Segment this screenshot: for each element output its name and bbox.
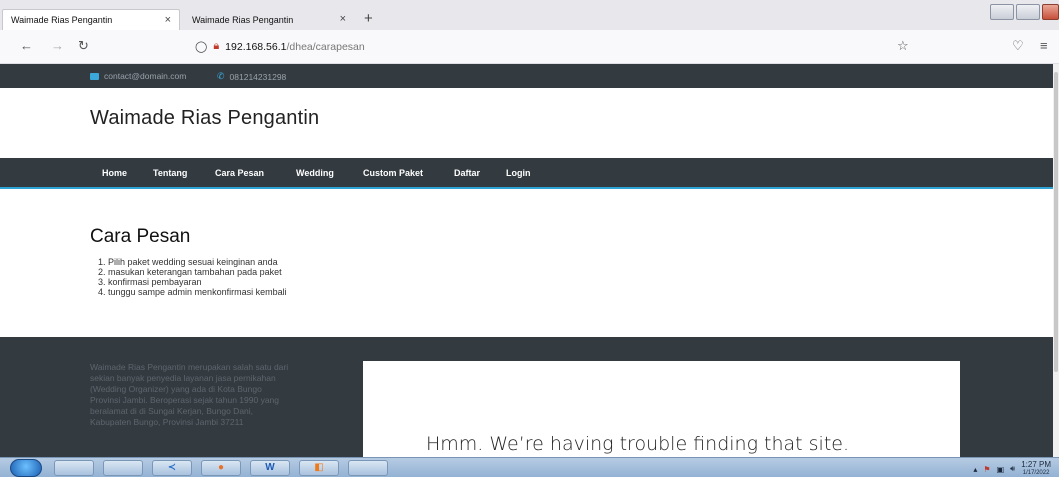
- site-brand[interactable]: Waimade Rias Pengantin: [90, 107, 319, 130]
- browser-tab-2[interactable]: Waimade Rias Pengantin ×: [184, 9, 354, 30]
- app-icon[interactable]: [103, 460, 143, 476]
- contact-email[interactable]: contact@domain.com: [90, 71, 186, 81]
- order-steps-list: Pilih paket wedding sesuai keinginan and…: [108, 257, 287, 297]
- url-host: 192.168.56.1: [225, 40, 287, 53]
- window-close-button[interactable]: [1042, 4, 1059, 20]
- back-icon[interactable]: ←: [20, 39, 33, 53]
- firefox-icon[interactable]: ●: [201, 460, 241, 476]
- pocket-icon[interactable]: ♡: [1012, 39, 1024, 53]
- web-page: contact@domain.com ✆ 081214231298 Waimad…: [0, 64, 1053, 457]
- close-icon[interactable]: ×: [165, 14, 171, 26]
- menu-item-custom-paket[interactable]: Custom Paket: [363, 168, 423, 178]
- close-icon[interactable]: ×: [340, 13, 346, 25]
- browser-tabstrip: Waimade Rias Pengantin × Waimade Rias Pe…: [0, 0, 1059, 30]
- url-path: /dhea/carapesan: [286, 40, 365, 53]
- menu-item-wedding[interactable]: Wedding: [296, 168, 334, 178]
- mail-icon: [90, 72, 99, 80]
- contact-phone[interactable]: ✆ 081214231298: [217, 71, 286, 82]
- browser-tab-1[interactable]: Waimade Rias Pengantin ×: [2, 9, 180, 30]
- menu-item-home[interactable]: Home: [102, 168, 127, 178]
- tab-title: Waimade Rias Pengantin: [192, 14, 294, 25]
- new-tab-icon[interactable]: +: [364, 11, 373, 26]
- tab-title: Waimade Rias Pengantin: [11, 15, 113, 25]
- menu-item-daftar[interactable]: Daftar: [454, 168, 480, 178]
- list-item: konfirmasi pembayaran: [108, 277, 287, 287]
- menu-item-tentang[interactable]: Tentang: [153, 168, 187, 178]
- vscode-icon[interactable]: ≺: [152, 460, 192, 476]
- minimize-button[interactable]: [990, 4, 1014, 20]
- tray-arrow-icon[interactable]: ▴: [973, 465, 977, 474]
- system-tray: ▴ ⚑ ▣ 🔊︎ 1:27 PM 1/17/2022: [973, 461, 1051, 477]
- list-item: Pilih paket wedding sesuai keinginan and…: [108, 257, 287, 267]
- volume-icon[interactable]: 🔊︎: [1010, 464, 1015, 474]
- main-menu: Home Tentang Cara Pesan Wedding Custom P…: [0, 158, 1053, 189]
- forward-icon[interactable]: →: [51, 39, 64, 53]
- page-scrollbar[interactable]: [1053, 64, 1059, 457]
- scrollbar-thumb[interactable]: [1054, 72, 1058, 372]
- clock[interactable]: 1:27 PM 1/17/2022: [1021, 461, 1051, 477]
- menu-item-login[interactable]: Login: [506, 168, 531, 178]
- start-button[interactable]: [10, 459, 42, 477]
- explorer-icon[interactable]: [54, 460, 94, 476]
- map-error-message: Hmm. We’re having trouble finding that s…: [426, 433, 849, 455]
- footer-about: Waimade Rias Pengantin merupakan salah s…: [90, 362, 289, 427]
- maximize-button[interactable]: [1016, 4, 1040, 20]
- paint-icon[interactable]: [348, 460, 388, 476]
- list-item: tunggu sampe admin menkonfirmasi kembali: [108, 287, 287, 297]
- bookmark-star-icon[interactable]: ☆: [897, 39, 909, 53]
- word-icon[interactable]: W: [250, 460, 290, 476]
- reload-icon[interactable]: ↻: [78, 39, 89, 53]
- contact-topbar: contact@domain.com ✆ 081214231298: [0, 64, 1053, 88]
- network-icon[interactable]: ▣: [997, 465, 1005, 474]
- orange-app-icon[interactable]: ◧: [299, 460, 339, 476]
- url-bar[interactable]: ◯ 🔒︎ 192.168.56.1/dhea/carapesan: [195, 40, 365, 53]
- menu-icon[interactable]: ≡: [1040, 39, 1048, 53]
- phone-icon: ✆: [217, 71, 225, 81]
- page-title: Cara Pesan: [90, 226, 191, 247]
- list-item: masukan keterangan tambahan pada paket: [108, 267, 287, 277]
- shield-icon: ◯: [195, 41, 208, 53]
- menu-item-cara-pesan[interactable]: Cara Pesan: [215, 168, 264, 178]
- browser-navbar: ← → ↻ ◯ 🔒︎ 192.168.56.1/dhea/carapesan ☆…: [0, 30, 1059, 64]
- flag-icon[interactable]: ⚑: [983, 465, 990, 474]
- os-taskbar: ≺ ● W ◧ ▴ ⚑ ▣ 🔊︎ 1:27 PM 1/17/2022: [0, 457, 1059, 477]
- lock-icon: 🔒︎: [213, 40, 220, 52]
- site-footer: Waimade Rias Pengantin merupakan salah s…: [0, 337, 1053, 457]
- map-frame[interactable]: Hmm. We’re having trouble finding that s…: [363, 361, 960, 457]
